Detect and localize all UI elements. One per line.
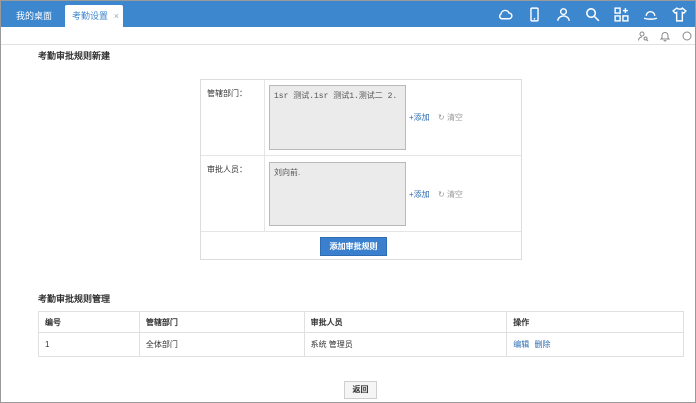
approver-add-link[interactable]: +添加 bbox=[409, 189, 430, 200]
cell-approver: 系统 管理员 bbox=[303, 332, 508, 357]
bell-icon[interactable] bbox=[659, 30, 671, 42]
action-row: 添加审批规则 bbox=[201, 232, 521, 260]
new-rule-form: 管辖部门： 1sr 测试.1sr 测试1.测试二 2. +添加 ↻ 清空 审批人… bbox=[200, 79, 522, 260]
user-icon[interactable] bbox=[553, 4, 573, 24]
add-rule-button[interactable]: 添加审批规则 bbox=[320, 237, 387, 256]
approver-clear-link[interactable]: ↻ 清空 bbox=[438, 189, 463, 200]
table-row: 1 全体部门 系统 管理员 编辑 删除 bbox=[38, 332, 684, 357]
search-icon[interactable] bbox=[582, 4, 602, 24]
rule-table: 编号 管辖部门 审批人员 操作 1 全体部门 系统 管理员 编辑 删除 bbox=[38, 311, 684, 357]
table-header-row: 编号 管辖部门 审批人员 操作 bbox=[38, 311, 684, 333]
hat-icon[interactable] bbox=[640, 4, 660, 24]
column-header-actions: 操作 bbox=[506, 311, 684, 333]
apps-icon[interactable] bbox=[611, 4, 631, 24]
circle-icon[interactable] bbox=[681, 30, 693, 42]
top-toolbar bbox=[486, 4, 689, 24]
tab-attendance-label: 考勤设置 bbox=[72, 11, 109, 21]
close-icon[interactable]: × bbox=[114, 5, 119, 27]
dept-add-link[interactable]: +添加 bbox=[409, 112, 430, 123]
approver-label: 审批人员： bbox=[201, 156, 265, 231]
tab-attendance-settings[interactable]: 考勤设置 × bbox=[65, 5, 123, 27]
secondary-toolbar bbox=[1, 27, 695, 45]
manage-rule-title: 考勤审批规则管理 bbox=[38, 294, 111, 304]
tab-my-desktop[interactable]: 我的桌面 bbox=[9, 5, 67, 27]
shirt-icon[interactable] bbox=[669, 4, 689, 24]
dept-row: 管辖部门： 1sr 测试.1sr 测试1.测试二 2. +添加 ↻ 清空 bbox=[201, 80, 521, 156]
phone-icon[interactable] bbox=[524, 4, 544, 24]
approver-clear-label: 清空 bbox=[446, 190, 463, 199]
top-bar: 我的桌面 考勤设置 × bbox=[1, 1, 695, 27]
user-search-icon[interactable] bbox=[637, 30, 649, 42]
back-button[interactable]: 返回 bbox=[344, 381, 377, 399]
cell-dept: 全体部门 bbox=[138, 332, 305, 357]
cell-actions: 编辑 删除 bbox=[506, 332, 684, 357]
new-rule-title: 考勤审批规则新建 bbox=[38, 51, 111, 61]
cell-id: 1 bbox=[38, 332, 140, 357]
approver-field[interactable]: 刘向前. bbox=[269, 162, 406, 226]
approver-row: 审批人员： 刘向前. +添加 ↻ 清空 bbox=[201, 156, 521, 232]
dept-label: 管辖部门： bbox=[201, 80, 265, 155]
column-header-approver: 审批人员 bbox=[303, 311, 508, 333]
cloud-icon[interactable] bbox=[495, 4, 515, 24]
delete-link[interactable]: 删除 bbox=[534, 340, 550, 349]
dept-clear-label: 清空 bbox=[446, 113, 463, 122]
dept-clear-link[interactable]: ↻ 清空 bbox=[438, 112, 463, 123]
column-header-id: 编号 bbox=[38, 311, 140, 333]
dept-field[interactable]: 1sr 测试.1sr 测试1.测试二 2. bbox=[269, 85, 406, 150]
edit-link[interactable]: 编辑 bbox=[513, 340, 529, 349]
column-header-dept: 管辖部门 bbox=[138, 311, 305, 333]
